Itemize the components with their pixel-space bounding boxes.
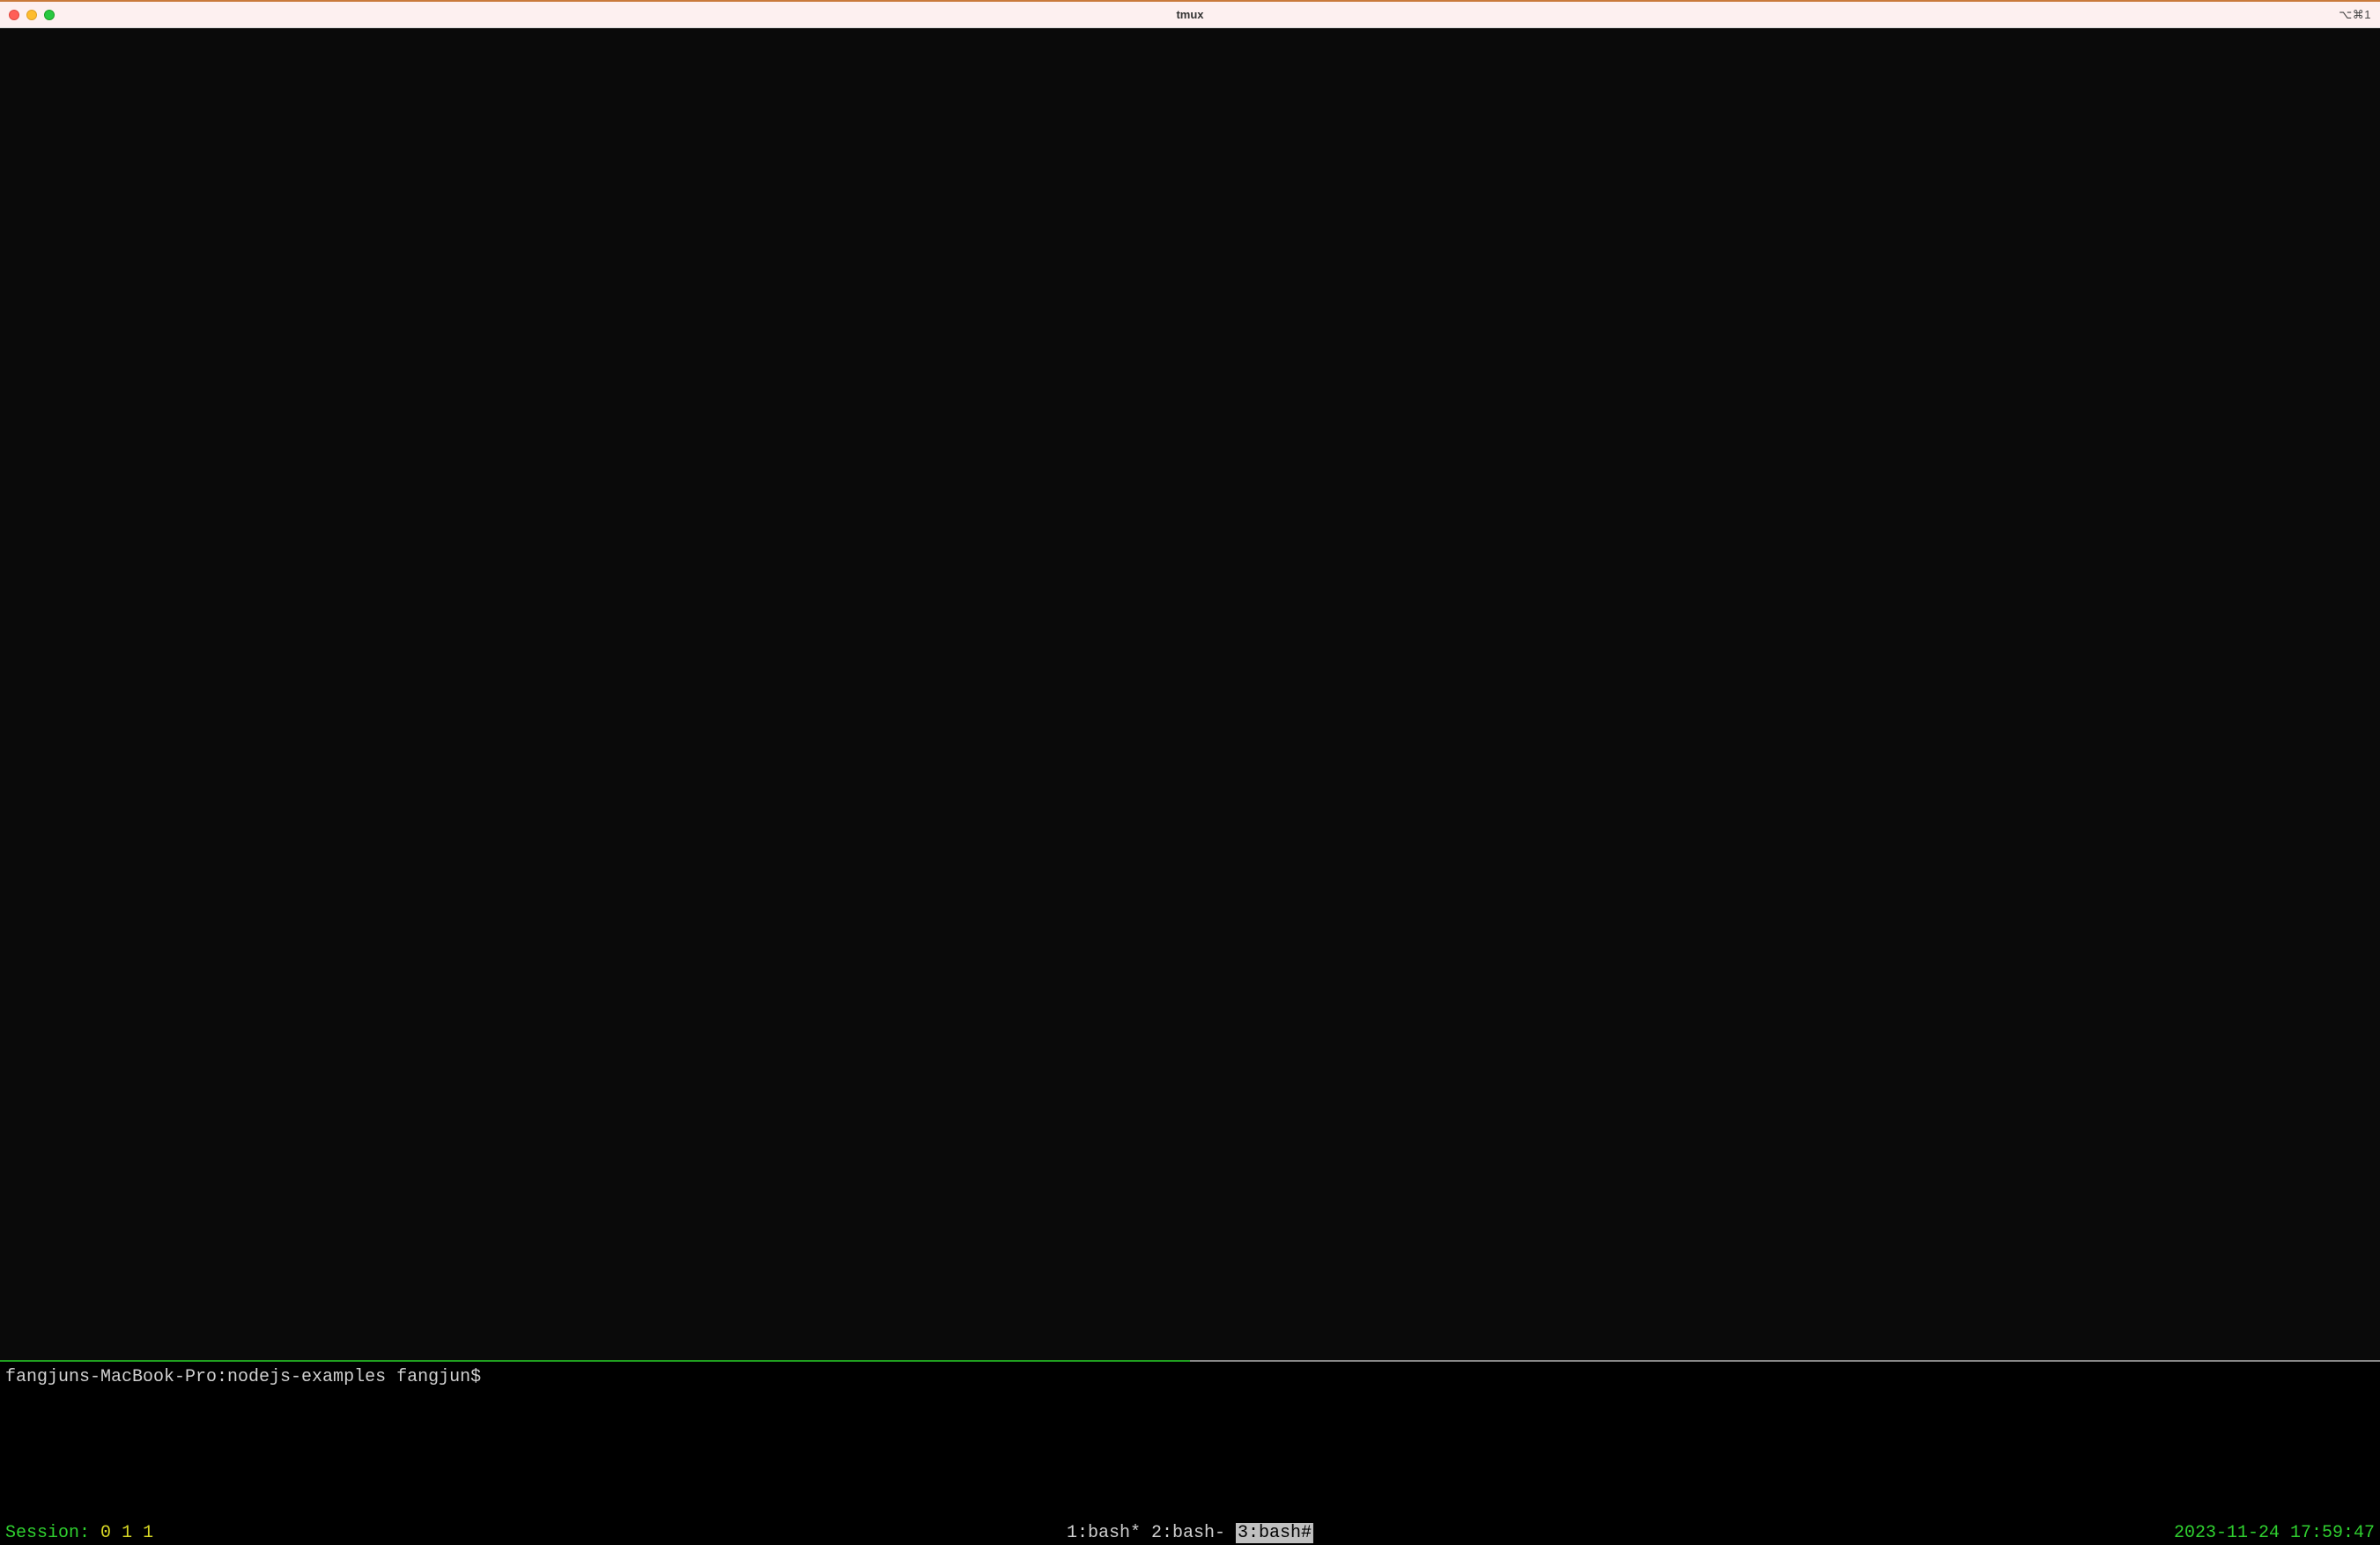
maximize-button[interactable] [44,10,55,20]
tmux-pane-top[interactable] [0,28,2380,1360]
window-tab-1[interactable]: 1:bash* [1067,1523,1141,1543]
status-datetime: 2023-11-24 17:59:47 [2174,1523,2375,1543]
tmux-pane-bottom[interactable]: fangjuns-MacBook-Pro:nodejs-examples fan… [0,1362,2380,1520]
status-session: Session: 0 1 1 [5,1523,153,1543]
tmux-status-bar: Session: 0 1 1 1:bash* 2:bash- 3:bash# 2… [0,1520,2380,1545]
session-num-1: 1 [122,1523,132,1543]
window-titlebar: tmux ⌥⌘1 [0,2,2380,28]
traffic-lights [9,10,55,20]
minimize-button[interactable] [26,10,37,20]
window-tab-3[interactable]: 3:bash# [1236,1523,1313,1543]
window-tab-2[interactable]: 2:bash- [1151,1523,1225,1543]
terminal-window: tmux ⌥⌘1 fangjuns-MacBook-Pro:nodejs-exa… [0,0,2380,1545]
session-num-2: 1 [143,1523,153,1543]
shell-prompt: fangjuns-MacBook-Pro:nodejs-examples fan… [5,1365,2375,1390]
status-windows: 1:bash* 2:bash- 3:bash# [1067,1523,1313,1543]
session-num-0: 0 [100,1523,111,1543]
window-shortcut-indicator: ⌥⌘1 [2339,8,2371,22]
close-button[interactable] [9,10,19,20]
window-title: tmux [1176,8,1203,21]
session-label: Session: [5,1523,90,1543]
terminal-body[interactable]: fangjuns-MacBook-Pro:nodejs-examples fan… [0,28,2380,1545]
